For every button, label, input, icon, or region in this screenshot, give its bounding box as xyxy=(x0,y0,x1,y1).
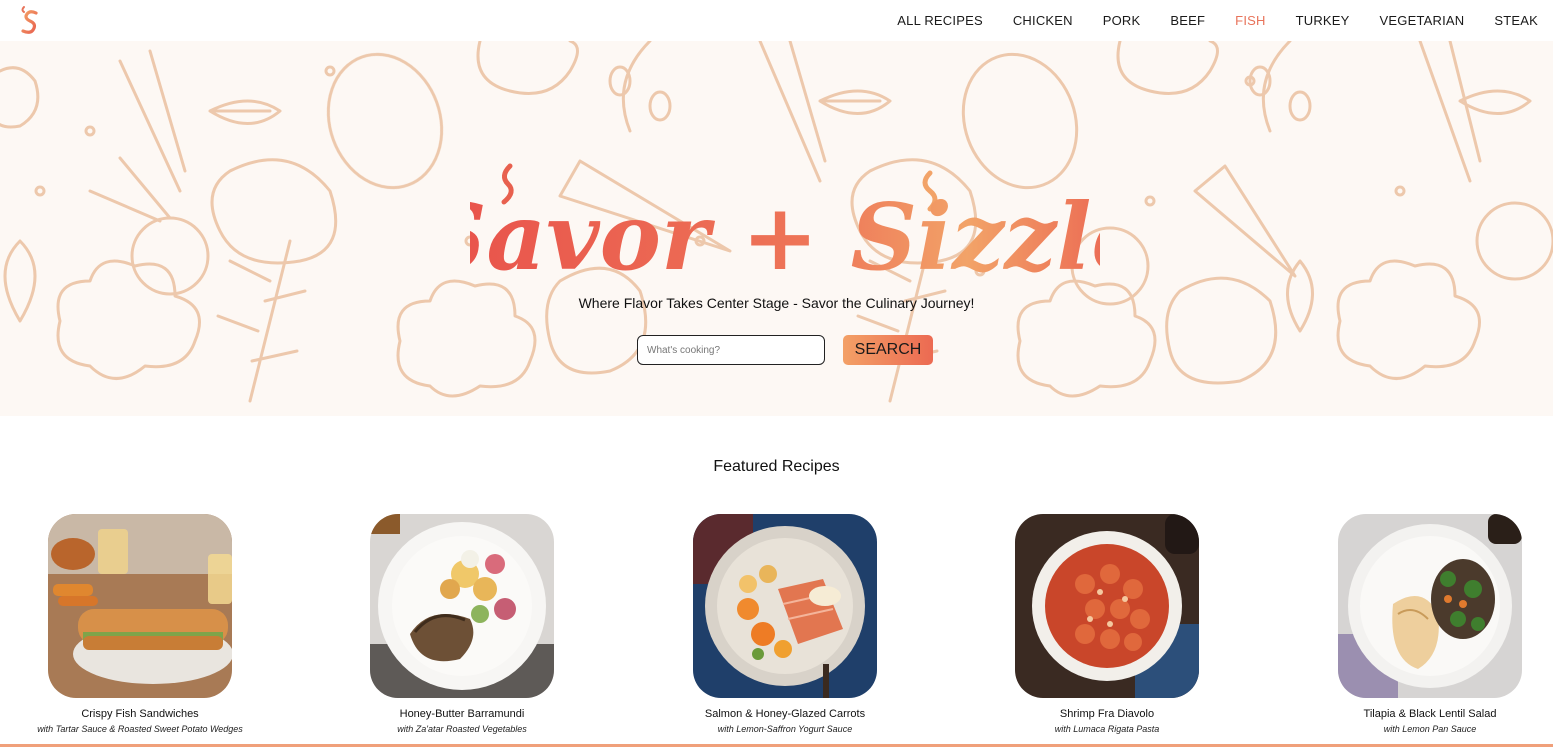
recipe-subtitle: with Lemon-Saffron Yogurt Sauce xyxy=(717,724,853,734)
recipe-name[interactable]: Honey-Butter Barramundi xyxy=(347,708,577,720)
savor-sizzle-logo-icon[interactable] xyxy=(16,4,44,34)
recipe-image-tilapia-black-lentil-salad[interactable] xyxy=(1338,514,1522,698)
hero-banner: Savor + Sizzle Where Flavor Takes Center… xyxy=(0,41,1553,416)
recipe-card[interactable]: Salmon & Honey-Glazed Carrots with Lemon… xyxy=(670,514,900,734)
nav-vegetarian[interactable]: VEGETARIAN xyxy=(1380,13,1465,28)
recipe-image-honey-butter-barramundi[interactable] xyxy=(370,514,554,698)
recipe-card[interactable]: Honey-Butter Barramundi with Za'atar Roa… xyxy=(347,514,577,734)
recipe-subtitle: with Lemon Pan Sauce xyxy=(1383,724,1477,734)
recipe-image-shrimp-fra-diavolo[interactable] xyxy=(1015,514,1199,698)
recipe-subtitle: with Tartar Sauce & Roasted Sweet Potato… xyxy=(37,724,243,734)
nav-turkey[interactable]: TURKEY xyxy=(1296,13,1350,28)
nav-all-recipes[interactable]: ALL RECIPES xyxy=(897,13,983,28)
recipe-card[interactable]: Crispy Fish Sandwiches with Tartar Sauce… xyxy=(25,514,255,734)
recipe-subtitle: with Za'atar Roasted Vegetables xyxy=(397,724,527,734)
recipe-name[interactable]: Shrimp Fra Diavolo xyxy=(992,708,1222,720)
recipe-image-crispy-fish-sandwiches[interactable] xyxy=(48,514,232,698)
nav-fish[interactable]: FISH xyxy=(1235,13,1265,28)
recipe-card[interactable]: Tilapia & Black Lentil Salad with Lemon … xyxy=(1315,514,1545,734)
recipe-name[interactable]: Salmon & Honey-Glazed Carrots xyxy=(670,708,900,720)
recipe-name[interactable]: Crispy Fish Sandwiches xyxy=(25,708,255,720)
nav-pork[interactable]: PORK xyxy=(1103,13,1141,28)
savor-sizzle-wordmark: Savor + Sizzle xyxy=(470,163,1100,291)
hero-tagline: Where Flavor Takes Center Stage - Savor … xyxy=(578,295,975,311)
recipe-name[interactable]: Tilapia & Black Lentil Salad xyxy=(1315,708,1545,720)
recipe-image-salmon-honey-glazed-carrots[interactable] xyxy=(693,514,877,698)
top-navbar: ALL RECIPES CHICKEN PORK BEEF FISH TURKE… xyxy=(0,0,1553,41)
search-input[interactable] xyxy=(637,335,825,365)
search-button[interactable]: SEARCH xyxy=(843,335,933,365)
hero-title-text: Savor + Sizzle xyxy=(470,183,1100,291)
recipe-subtitle: with Lumaca Rigata Pasta xyxy=(1054,724,1160,734)
recipe-card[interactable]: Shrimp Fra Diavolo with Lumaca Rigata Pa… xyxy=(992,514,1222,734)
featured-recipes-heading: Featured Recipes xyxy=(713,458,840,475)
nav-chicken[interactable]: CHICKEN xyxy=(1013,13,1073,28)
nav-steak[interactable]: STEAK xyxy=(1494,13,1538,28)
category-nav: ALL RECIPES CHICKEN PORK BEEF FISH TURKE… xyxy=(867,0,1538,41)
nav-beef[interactable]: BEEF xyxy=(1170,13,1205,28)
